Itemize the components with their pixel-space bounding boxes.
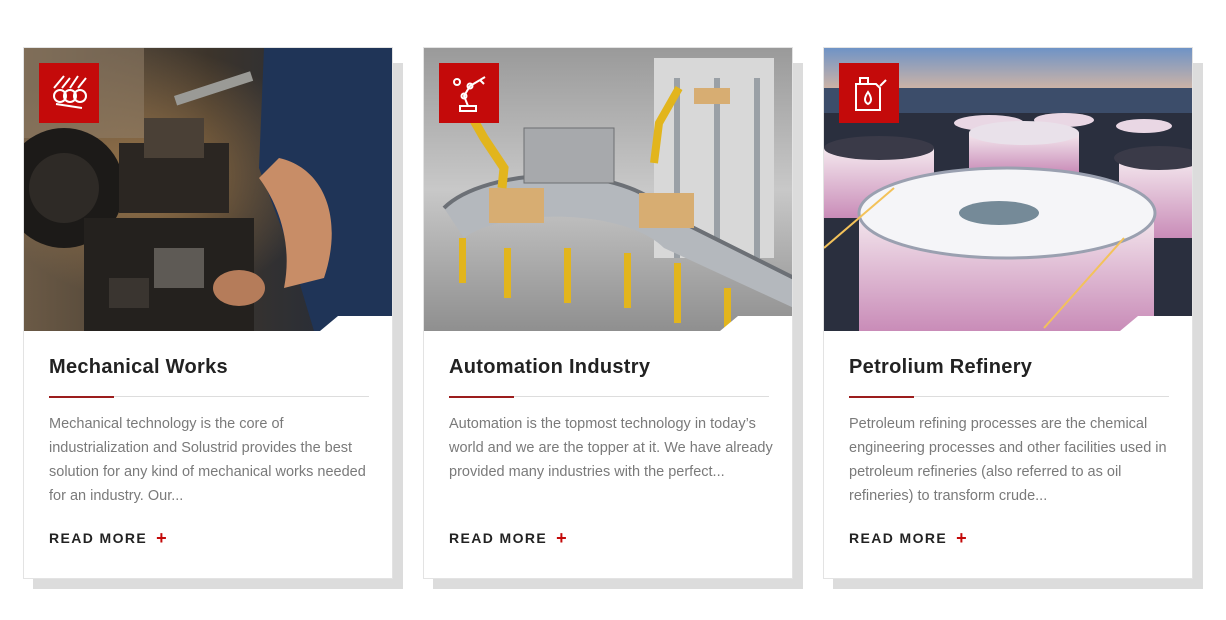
card-body: Petrolium Refinery Petroleum refining pr… <box>823 47 1193 579</box>
service-card-mechanical: Mechanical Works Mechanical technology i… <box>23 47 403 589</box>
card-body: Mechanical Works Mechanical technology i… <box>23 47 393 579</box>
card-title[interactable]: Petrolium Refinery <box>849 356 1032 379</box>
card-title[interactable]: Mechanical Works <box>49 356 228 379</box>
card-title[interactable]: Automation Industry <box>449 356 650 379</box>
read-more-link[interactable]: READ MORE + <box>449 528 567 548</box>
card-description: Mechanical technology is the core of ind… <box>49 416 366 504</box>
read-more-label: READ MORE <box>49 530 148 546</box>
plus-icon: + <box>556 528 567 548</box>
service-card-refinery: Petrolium Refinery Petroleum refining pr… <box>823 47 1203 589</box>
card-description: Petroleum refining processes are the che… <box>849 416 1167 504</box>
title-divider-accent <box>49 396 114 398</box>
read-more-link[interactable]: READ MORE + <box>849 528 967 548</box>
services-cards: Mechanical Works Mechanical technology i… <box>0 0 1226 620</box>
title-divider-accent <box>449 396 514 398</box>
card-body: Automation Industry Automation is the to… <box>423 47 793 579</box>
read-more-label: READ MORE <box>449 530 548 546</box>
plus-icon: + <box>956 528 967 548</box>
read-more-link[interactable]: READ MORE + <box>49 528 167 548</box>
card-description: Automation is the topmost technology in … <box>449 416 773 480</box>
robot-arm-icon <box>439 63 499 123</box>
plus-icon: + <box>156 528 167 548</box>
title-divider-accent <box>849 396 914 398</box>
engine-icon <box>39 63 99 123</box>
service-card-automation: Automation Industry Automation is the to… <box>423 47 803 589</box>
read-more-label: READ MORE <box>849 530 948 546</box>
fuel-can-icon <box>839 63 899 123</box>
